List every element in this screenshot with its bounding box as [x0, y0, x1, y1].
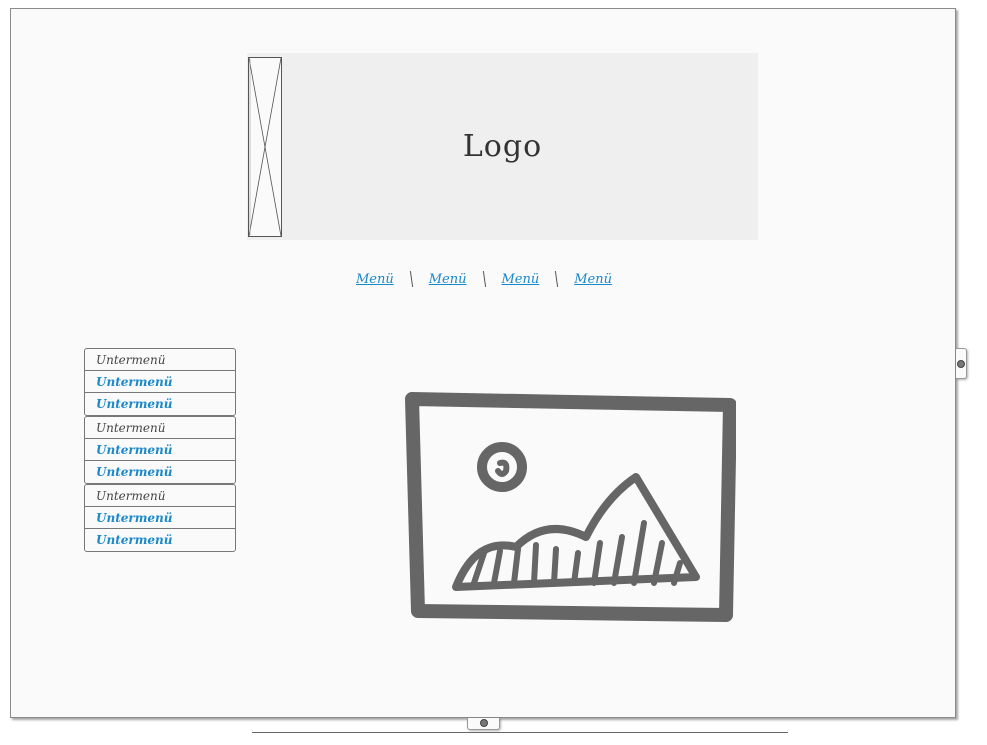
submenu-link[interactable]: Untermenü: [85, 371, 235, 393]
bottom-divider: [252, 732, 788, 733]
submenu-group-1: Untermenü Untermenü Untermenü: [84, 348, 236, 416]
menu-separator: [409, 271, 413, 287]
submenu-link[interactable]: Untermenü: [85, 461, 235, 483]
handle-dot-icon: [480, 719, 488, 727]
submenu-link[interactable]: Untermenü: [85, 529, 235, 551]
menu-link-1[interactable]: Menü: [356, 272, 394, 287]
submenu-list: Untermenü Untermenü Untermenü Untermenü …: [84, 348, 236, 552]
menu-link-3[interactable]: Menü: [502, 272, 540, 287]
menu-link-2[interactable]: Menü: [429, 272, 467, 287]
submenu-link[interactable]: Untermenü: [85, 393, 235, 415]
resize-handle-bottom[interactable]: [467, 718, 500, 730]
handle-dot-icon: [957, 360, 965, 368]
resize-handle-right[interactable]: [956, 348, 967, 379]
logo-banner: Logo: [247, 53, 758, 240]
logo-text: Logo: [462, 129, 543, 164]
submenu-header: Untermenü: [85, 417, 235, 439]
top-menu: Menü Menü Menü Menü: [356, 268, 612, 290]
submenu-group-2: Untermenü Untermenü Untermenü: [84, 416, 236, 484]
submenu-header: Untermenü: [85, 485, 235, 507]
menu-separator: [555, 271, 559, 287]
image-icon: [405, 392, 736, 622]
menu-link-4[interactable]: Menü: [574, 272, 612, 287]
submenu-link[interactable]: Untermenü: [85, 507, 235, 529]
wireframe-canvas: Logo Menü Menü Menü Menü Untermenü Unter…: [10, 8, 956, 718]
submenu-group-3: Untermenü Untermenü Untermenü: [84, 484, 236, 552]
menu-separator: [482, 271, 486, 287]
submenu-header: Untermenü: [85, 349, 235, 371]
submenu-link[interactable]: Untermenü: [85, 439, 235, 461]
